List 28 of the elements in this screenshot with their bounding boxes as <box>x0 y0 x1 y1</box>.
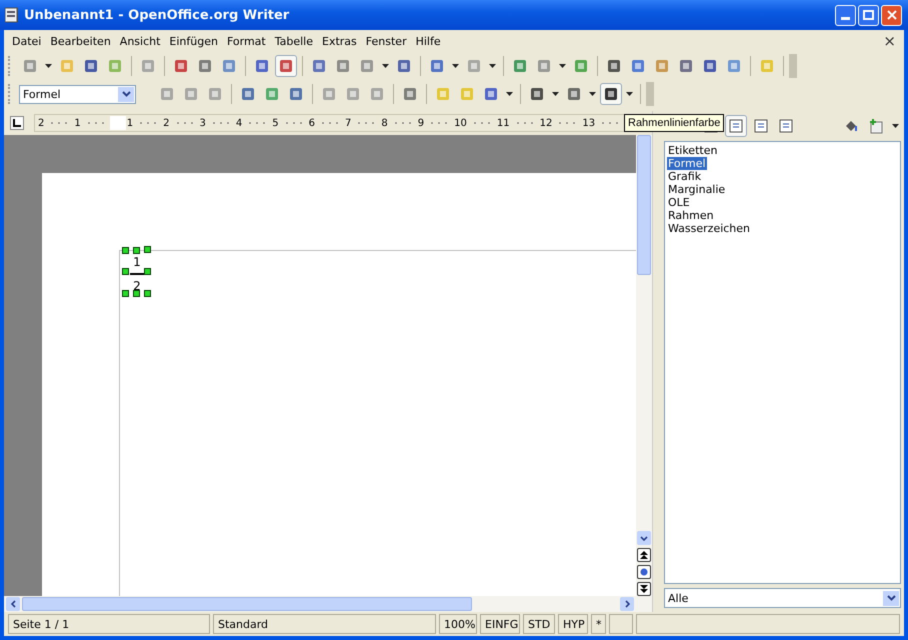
status-field: HYP <box>558 614 588 634</box>
ruler-number: 8 <box>380 118 389 128</box>
status-field: Standard <box>213 614 436 634</box>
ruler-number: 7 <box>344 118 352 128</box>
ruler-number: 9 <box>416 118 426 128</box>
ruler-number: 6 <box>308 118 316 128</box>
status-field: Seite 1 / 1 <box>8 614 210 634</box>
status-field: 100% <box>439 614 477 634</box>
fraction-numerator: 1 <box>133 255 141 269</box>
ruler-number: 3 <box>198 118 207 128</box>
status-field: EINFG <box>480 614 520 634</box>
status-field: STD <box>523 614 555 634</box>
window-title: Unbenannt1 - OpenOffice.org Writer <box>24 8 290 22</box>
ruler-number: 13 <box>581 118 596 128</box>
tooltip: Rahmenlinienfarbe <box>624 114 724 132</box>
ruler-number: 1 <box>73 118 82 128</box>
ruler-number: 5 <box>271 118 280 128</box>
frame-style-value: Formel <box>22 88 61 100</box>
ruler-number: 1 <box>126 118 134 128</box>
ruler-number: 2 <box>162 118 170 128</box>
ruler-number: 11 <box>496 118 511 128</box>
status-field: * <box>591 614 606 634</box>
ruler-number: 2 <box>37 118 46 128</box>
ruler-number: 12 <box>538 118 554 128</box>
ruler-number: 10 <box>453 118 468 128</box>
ruler-number: 4 <box>234 118 244 128</box>
filter-value: Alle <box>667 592 688 604</box>
fraction-denominator: 2 <box>133 279 141 293</box>
